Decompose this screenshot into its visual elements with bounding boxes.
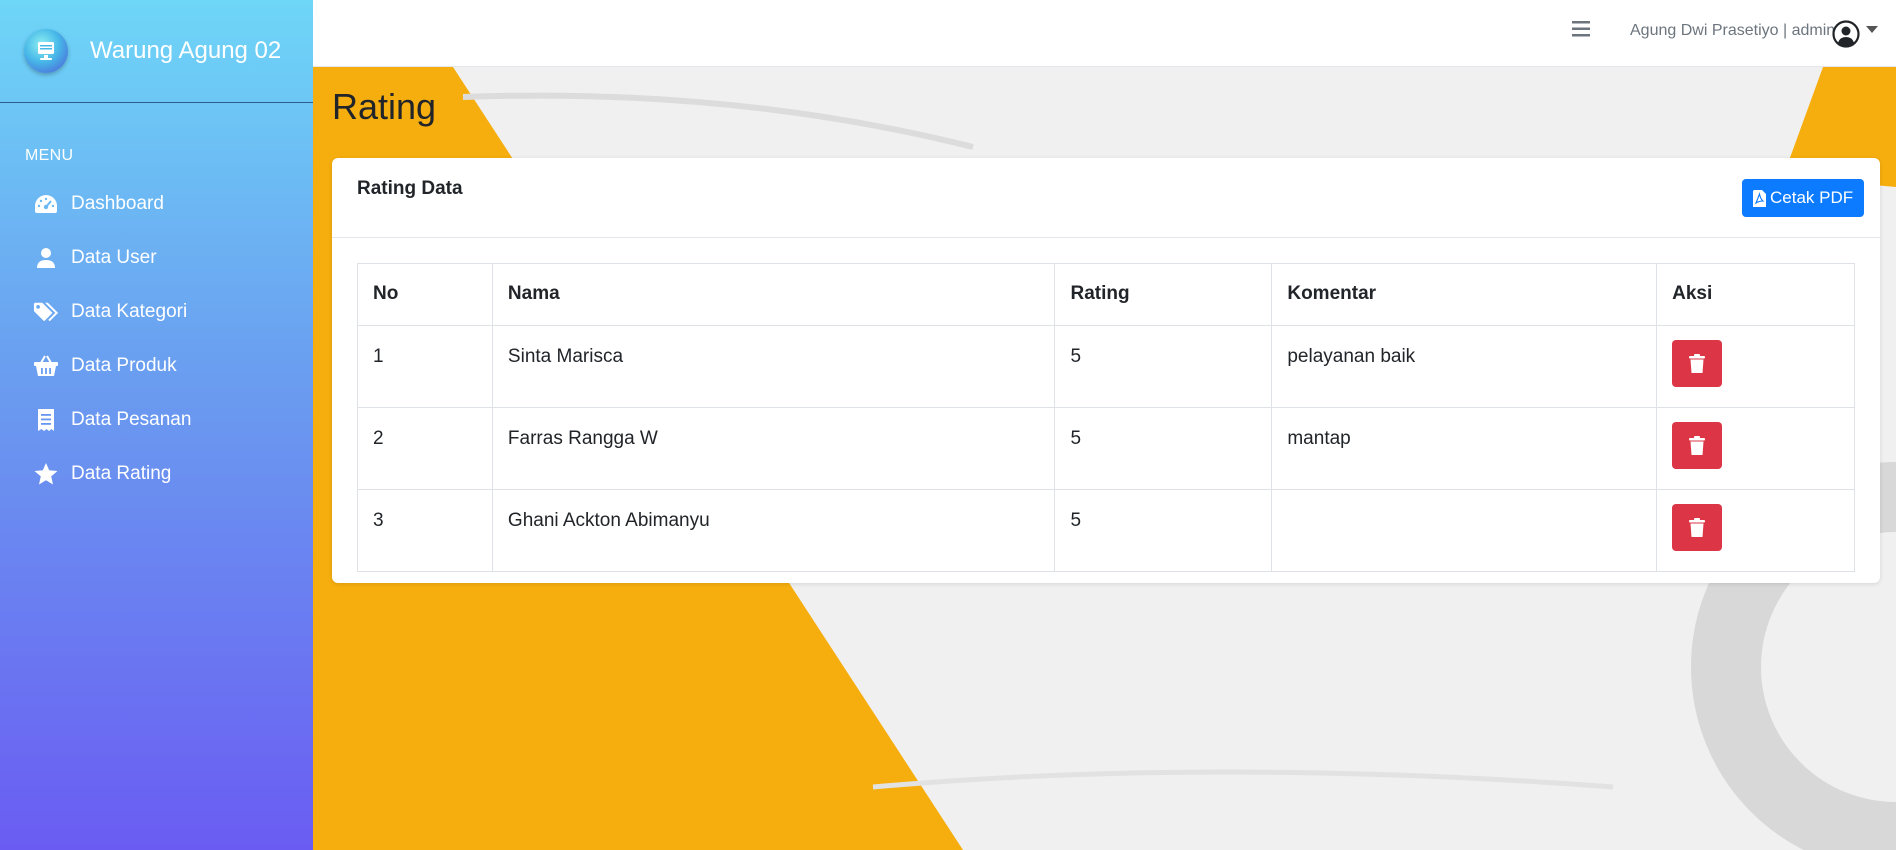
dashboard-gauge-icon: [33, 191, 59, 217]
pdf-file-icon: [1753, 189, 1766, 207]
sidebar-item-data-pesanan[interactable]: Data Pesanan: [0, 393, 313, 447]
sidebar-nav: Dashboard Data User Data Kategori Data P…: [0, 177, 313, 501]
cell-aksi: [1656, 489, 1855, 572]
sidebar: Warung Agung 02 MENU Dashboard Data User…: [0, 0, 313, 850]
trash-icon: [1689, 436, 1706, 455]
user-name[interactable]: Agung Dwi Prasetiyo | admin: [1630, 22, 1835, 40]
card-header: Rating Data Cetak PDF: [332, 158, 1880, 238]
page-title: Rating: [332, 86, 437, 127]
column-header-rating: Rating: [1054, 263, 1273, 326]
delete-button[interactable]: [1672, 504, 1723, 551]
main-content: Rating Rating Data Cetak PDF No Nama Rat…: [313, 67, 1896, 850]
delete-button[interactable]: [1672, 422, 1723, 469]
menu-title: MENU: [25, 147, 74, 164]
user-avatar-icon[interactable]: [1832, 20, 1860, 48]
sidebar-item-label: Dashboard: [71, 193, 164, 214]
cell-aksi: [1656, 407, 1855, 490]
table-row: 3 Ghani Ackton Abimanyu 5: [357, 489, 1855, 572]
star-icon: [33, 461, 59, 487]
sidebar-item-dashboard[interactable]: Dashboard: [0, 177, 313, 231]
table-row: 2 Farras Rangga W 5 mantap: [357, 407, 1855, 490]
hamburger-menu-icon[interactable]: [1571, 20, 1595, 44]
brand[interactable]: Warung Agung 02: [0, 0, 313, 103]
cell-nama: Sinta Marisca: [491, 325, 1056, 408]
cell-no: 1: [357, 325, 493, 408]
column-header-nama: Nama: [491, 263, 1056, 326]
tags-icon: [33, 299, 59, 325]
basket-icon: [33, 353, 59, 379]
trash-icon: [1689, 354, 1706, 373]
print-pdf-button[interactable]: Cetak PDF: [1742, 179, 1865, 217]
column-header-no: No: [357, 263, 493, 326]
sidebar-item-data-produk[interactable]: Data Produk: [0, 339, 313, 393]
chevron-down-icon[interactable]: [1866, 26, 1878, 33]
sidebar-item-data-kategori[interactable]: Data Kategori: [0, 285, 313, 339]
sidebar-item-label: Data User: [71, 247, 157, 268]
cell-rating: 5: [1054, 407, 1273, 490]
sidebar-item-data-rating[interactable]: Data Rating: [0, 447, 313, 501]
brand-name: Warung Agung 02: [90, 37, 282, 64]
cell-nama: Farras Rangga W: [491, 407, 1056, 490]
cell-rating: 5: [1054, 489, 1273, 572]
table-row: 1 Sinta Marisca 5 pelayanan baik: [357, 325, 1855, 408]
monitor-icon: [38, 42, 54, 60]
cell-komentar: mantap: [1271, 407, 1658, 490]
delete-button[interactable]: [1672, 340, 1723, 387]
column-header-komentar: Komentar: [1271, 263, 1658, 326]
cell-aksi: [1656, 325, 1855, 408]
print-pdf-label: Cetak PDF: [1770, 188, 1854, 207]
trash-icon: [1689, 518, 1706, 537]
cell-no: 3: [357, 489, 493, 572]
cell-komentar: [1271, 489, 1658, 572]
topbar: Agung Dwi Prasetiyo | admin: [313, 0, 1896, 67]
sidebar-item-data-user[interactable]: Data User: [0, 231, 313, 285]
rating-card: Rating Data Cetak PDF No Nama Rating Kom…: [332, 158, 1880, 583]
brand-logo: [24, 29, 68, 73]
sidebar-item-label: Data Rating: [71, 463, 172, 484]
card-title: Rating Data: [357, 178, 463, 199]
sidebar-item-label: Data Produk: [71, 355, 177, 376]
receipt-icon: [33, 407, 59, 433]
column-header-aksi: Aksi: [1656, 263, 1855, 326]
cell-rating: 5: [1054, 325, 1273, 408]
cell-nama: Ghani Ackton Abimanyu: [491, 489, 1056, 572]
sidebar-item-label: Data Pesanan: [71, 409, 192, 430]
user-icon: [33, 245, 59, 271]
sidebar-item-label: Data Kategori: [71, 301, 188, 322]
table-header-row: No Nama Rating Komentar Aksi: [357, 263, 1855, 326]
cell-no: 2: [357, 407, 493, 490]
rating-table: No Nama Rating Komentar Aksi 1 Sinta Mar…: [357, 263, 1855, 572]
cell-komentar: pelayanan baik: [1271, 325, 1658, 408]
